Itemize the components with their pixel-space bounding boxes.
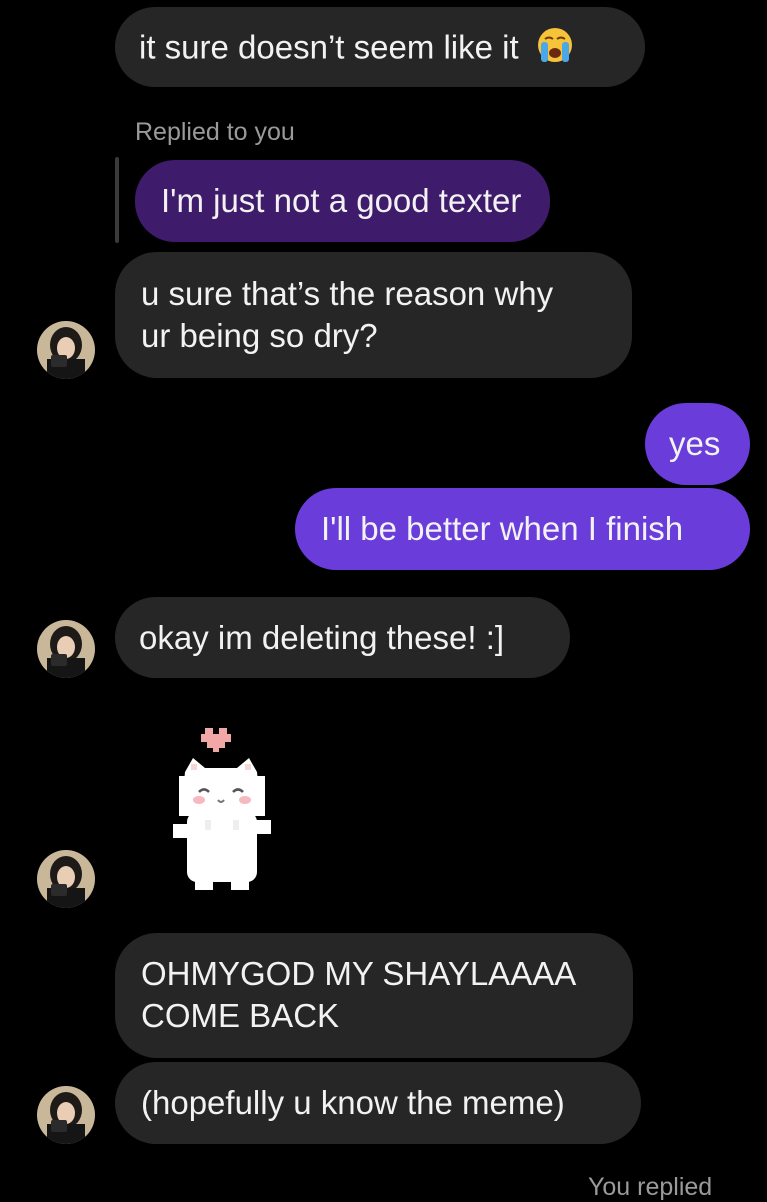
reply-label: Replied to you: [135, 118, 295, 146]
message-text: I'll be better when I finish: [321, 510, 684, 547]
quoted-message-bubble[interactable]: I'm just not a good texter: [135, 160, 550, 242]
message-text-line: OHMYGOD MY SHAYLAAAA: [141, 955, 577, 992]
message-bubble-received[interactable]: (hopefully u know the meme): [115, 1062, 641, 1144]
message-bubble-sent[interactable]: yes: [645, 403, 750, 485]
message-text: it sure doesn’t seem like it: [139, 28, 519, 66]
avatar[interactable]: [37, 620, 95, 678]
message-text-line: COME BACK: [141, 997, 340, 1034]
message-text-line: u sure that’s the reason why: [141, 275, 554, 312]
message-bubble-received[interactable]: okay im deleting these! :]: [115, 597, 570, 678]
message-text: okay im deleting these! :]: [139, 619, 505, 656]
loudly-crying-face-emoji-icon: [536, 26, 574, 74]
reply-indicator-bar: [115, 157, 119, 243]
avatar[interactable]: [37, 1086, 95, 1144]
message-bubble-received[interactable]: it sure doesn’t seem like it: [115, 7, 645, 87]
message-text: (hopefully u know the meme): [141, 1084, 565, 1121]
cat-sticker[interactable]: [165, 720, 280, 895]
message-text-line: ur being so dry?: [141, 317, 378, 354]
avatar[interactable]: [37, 850, 95, 908]
you-replied-label: You replied: [588, 1173, 713, 1201]
message-bubble-received[interactable]: OHMYGOD MY SHAYLAAAA COME BACK: [115, 933, 633, 1058]
avatar[interactable]: [37, 321, 95, 379]
message-bubble-received[interactable]: u sure that’s the reason why ur being so…: [115, 252, 632, 378]
quoted-message-text: I'm just not a good texter: [161, 182, 522, 219]
message-bubble-sent[interactable]: I'll be better when I finish: [295, 488, 750, 570]
message-text: yes: [669, 425, 721, 462]
